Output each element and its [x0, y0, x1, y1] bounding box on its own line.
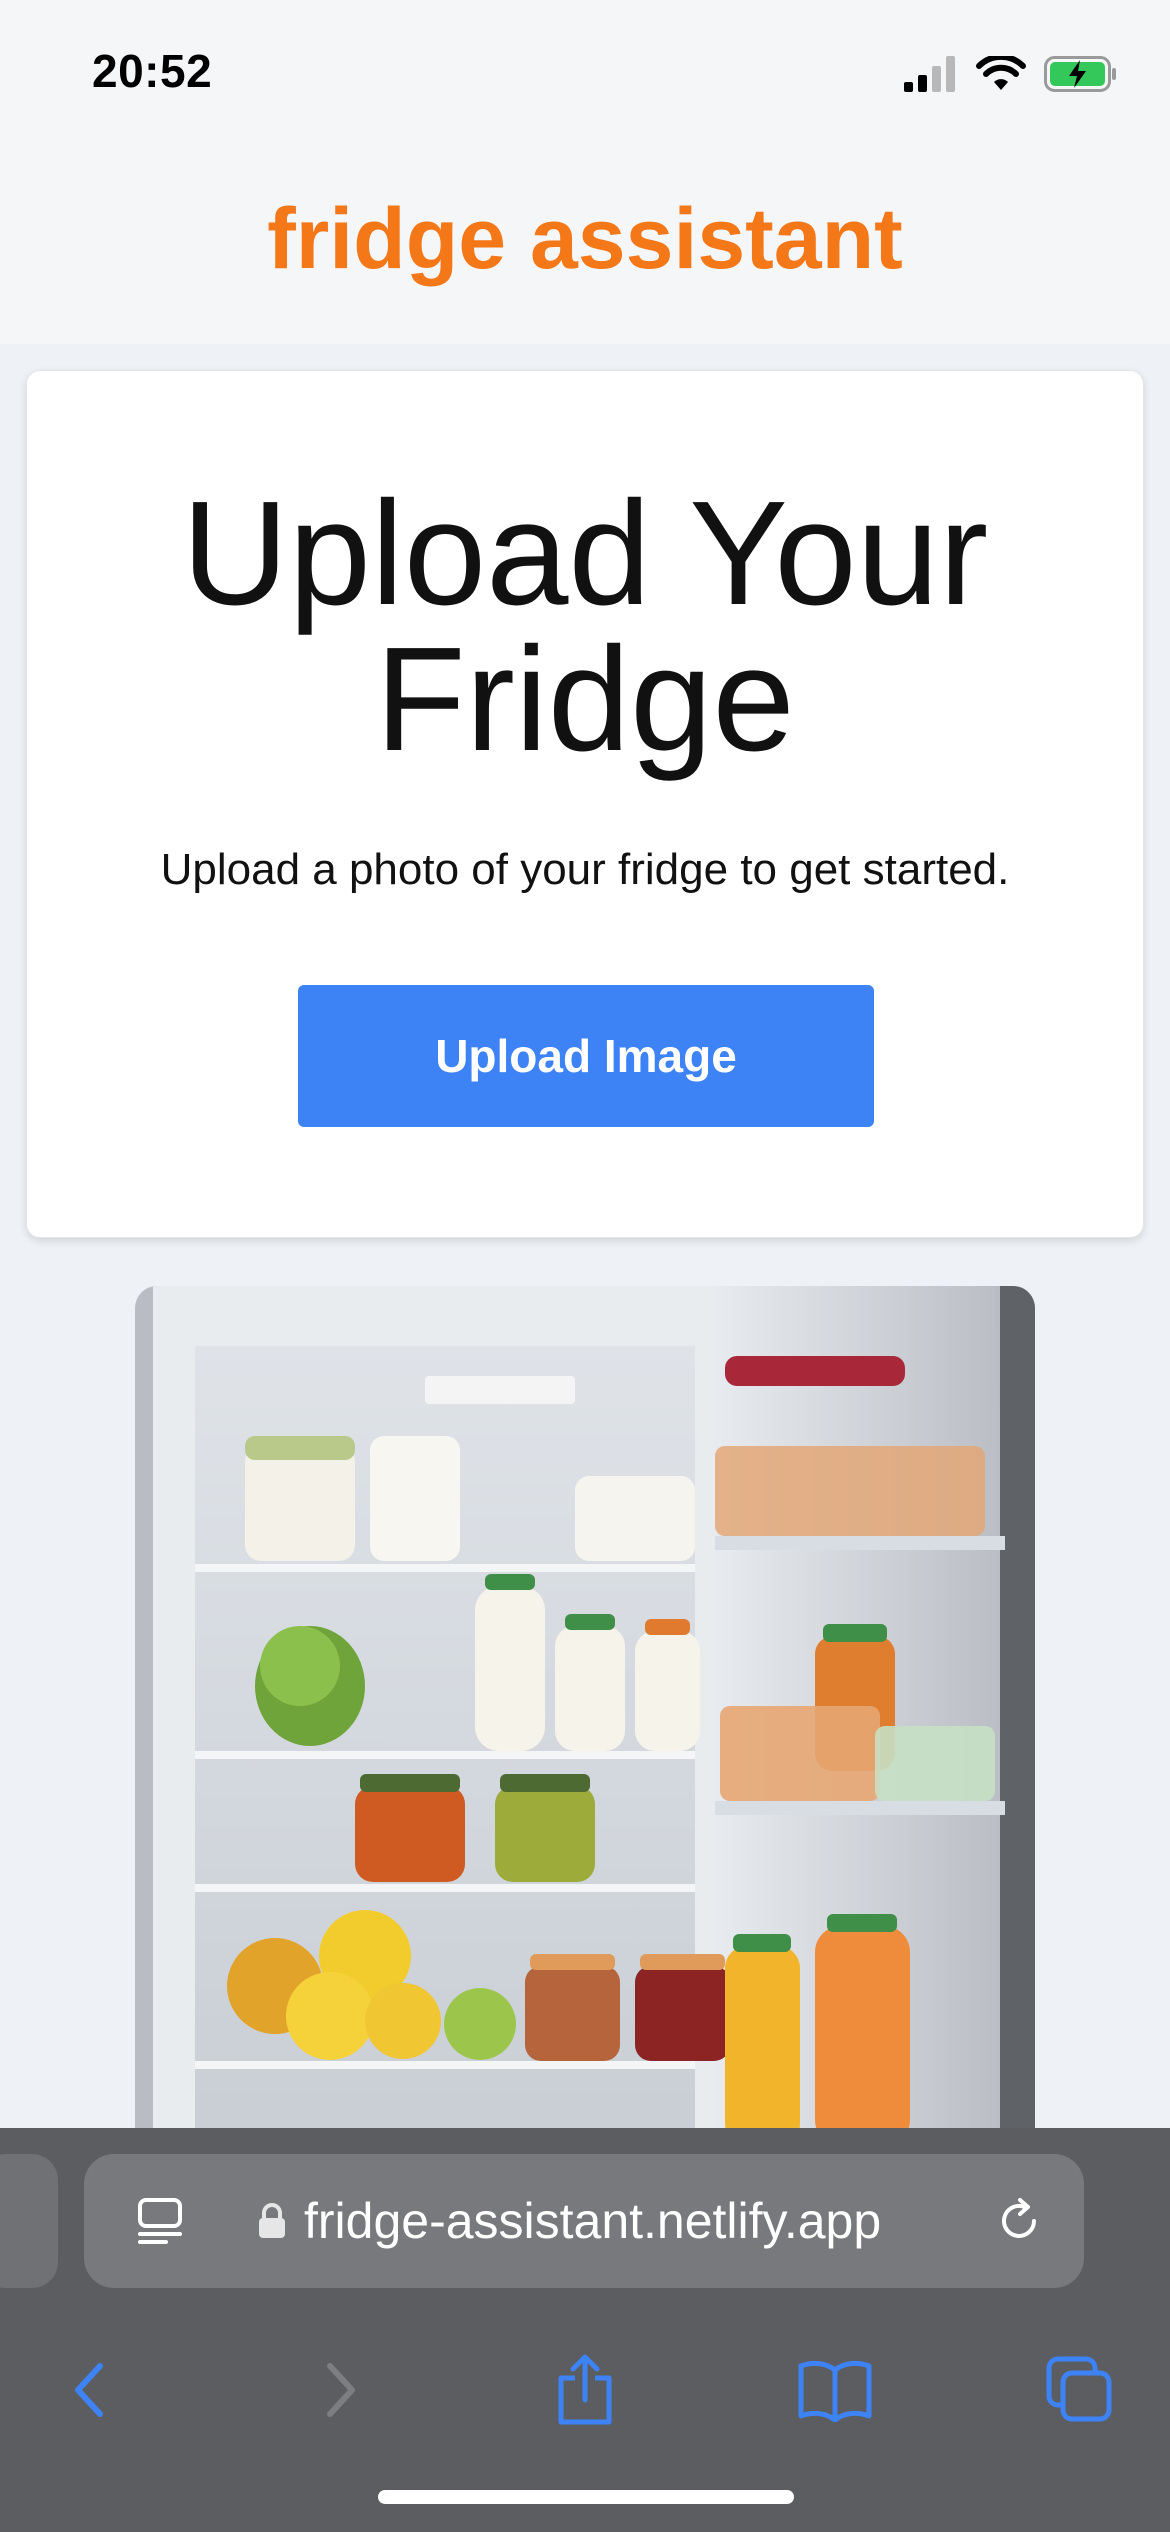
- fridge-illustration: [135, 1286, 1035, 2146]
- page-menu-icon[interactable]: [136, 2196, 186, 2246]
- reload-icon[interactable]: [992, 2194, 1046, 2248]
- status-bar: 20:52: [0, 0, 1170, 150]
- previous-tab-peek[interactable]: [0, 2154, 58, 2288]
- url-text[interactable]: fridge-assistant.netlify.app: [304, 2154, 881, 2288]
- upload-card: Upload Your Fridge Upload a photo of you…: [26, 370, 1144, 1238]
- lock-icon: [259, 2203, 285, 2238]
- upload-image-button[interactable]: Upload Image: [298, 985, 874, 1127]
- status-time: 20:52: [92, 45, 213, 97]
- forward-button[interactable]: [300, 2320, 380, 2460]
- card-subtitle: Upload a photo of your fridge to get sta…: [160, 845, 1010, 894]
- address-bar[interactable]: fridge-assistant.netlify.app: [84, 2154, 1084, 2288]
- home-indicator[interactable]: [378, 2490, 794, 2504]
- status-icons: [904, 50, 1118, 98]
- bookmarks-icon: [798, 2360, 872, 2422]
- tabs-button[interactable]: [1040, 2320, 1120, 2460]
- tabs-icon: [1046, 2356, 1112, 2422]
- browser-bar: fridge-assistant.netlify.app: [0, 2128, 1170, 2532]
- app-title: fridge assistant: [267, 191, 903, 287]
- battery-charging-icon: [1044, 56, 1116, 92]
- browser-toolbar: [0, 2320, 1170, 2460]
- forward-icon: [327, 2363, 355, 2417]
- wifi-icon: [976, 56, 1026, 90]
- card-heading-text: Upload Your Fridge: [181, 471, 989, 782]
- cellular-signal-icon: [904, 56, 955, 92]
- share-icon: [558, 2354, 612, 2425]
- back-button[interactable]: [50, 2320, 130, 2460]
- card-heading: Upload Your Fridge: [27, 480, 1143, 774]
- share-button[interactable]: [545, 2320, 625, 2460]
- bookmarks-button[interactable]: [790, 2320, 880, 2460]
- app-header: fridge assistant: [0, 150, 1170, 344]
- fridge-photo: [135, 1286, 1035, 2146]
- back-icon: [75, 2363, 103, 2417]
